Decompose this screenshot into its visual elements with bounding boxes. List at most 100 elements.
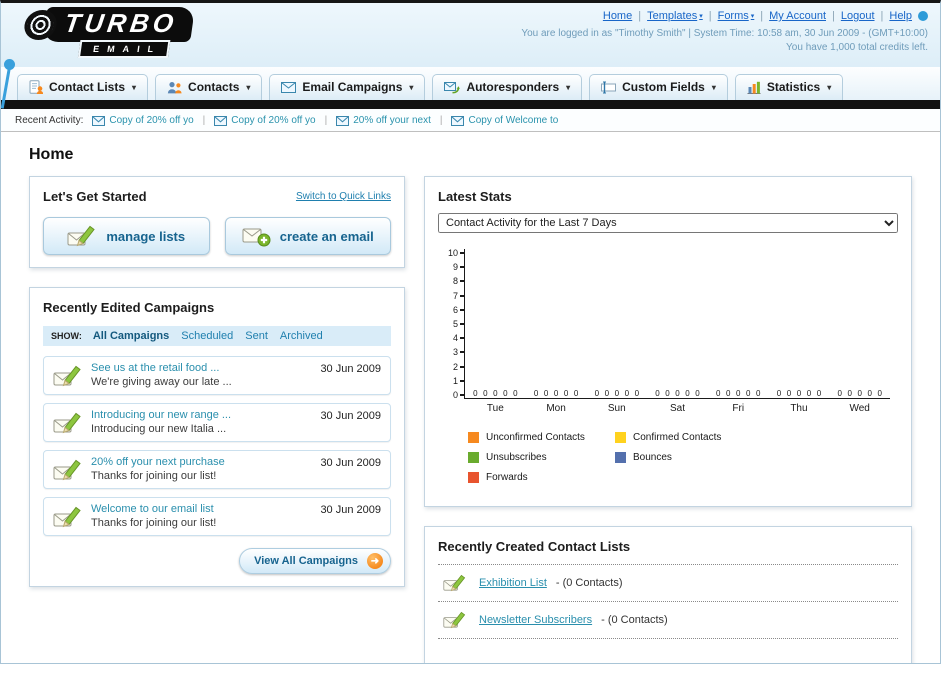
chart-bar-group: 00000 [829,249,890,398]
campaigns-panel: Recently Edited Campaigns SHOW: All Camp… [29,287,405,587]
chart-value-label: 0 [695,389,700,398]
chart-value-label: 0 [716,389,721,398]
autoresponders-icon [444,81,461,94]
email-small-icon [451,115,465,126]
filter-all-campaigns[interactable]: All Campaigns [93,330,169,342]
tab-contacts[interactable]: Contacts ▾ [155,74,263,100]
contact-list-link[interactable]: Newsletter Subscribers [479,614,592,626]
filter-scheduled[interactable]: Scheduled [181,330,233,342]
pencil-envelope-icon [53,458,83,482]
chart-value-label: 0 [756,389,761,398]
main-nav-tabs: Contact Lists ▾ Contacts ▾ Email Campaigns ▾ A… [1,67,940,100]
tab-email-campaigns[interactable]: Email Campaigns ▾ [269,74,426,100]
chart-bar-group: 00000 [708,249,769,398]
chart-x-label: Tue [486,403,504,414]
campaign-row[interactable]: 20% off your next purchase Thanks for joi… [43,450,391,489]
chart-bar-group: 00000 [465,249,526,398]
chart-value-label: 0 [877,389,882,398]
recent-activity-item[interactable]: 20% off your next [336,115,431,126]
create-an-email-button[interactable]: create an email [224,217,391,255]
chart-value-label: 0 [776,389,782,398]
tab-autoresponders[interactable]: Autoresponders ▾ [432,74,583,100]
right-column: Latest Stats Contact Activity for the La… [424,176,912,663]
top-nav-logout[interactable]: Logout [841,10,875,22]
campaign-title-link[interactable]: 20% off your next purchase [91,456,312,468]
campaign-date: 30 Jun 2009 [320,504,381,516]
campaign-subtitle: Introducing our new Italia ... [91,423,227,435]
chart-value-label: 0 [533,389,539,398]
chart-value-label: 0 [563,389,569,398]
main-content: Home Let's Get Started Switch to Quick L… [1,132,940,663]
recent-activity-item[interactable]: Copy of 20% off yo [92,115,194,126]
chart-x-labels: Tue Mon Sun Sat Fri Thu Wed [465,399,898,414]
campaign-row[interactable]: See us at the retail food ... We're givin… [43,356,391,395]
chart-bar-group: 00000 [769,249,830,398]
view-all-campaigns-button[interactable]: View All Campaigns ➜ [239,548,391,574]
legend-swatch [468,432,479,443]
contact-list-row[interactable]: Newsletter Subscribers - (0 Contacts) [438,602,898,639]
campaign-row[interactable]: Introducing our new range ... Introducing… [43,403,391,442]
campaign-filterbar: SHOW: All Campaigns Scheduled Sent Archived [43,326,391,346]
chart-value-label: 0 [634,389,640,398]
chart-value-label: 0 [543,389,549,398]
email-small-icon [92,115,106,126]
campaign-title-link[interactable]: See us at the retail food ... [91,362,312,374]
filter-archived[interactable]: Archived [280,330,323,342]
legend-confirmed-contacts: Confirmed Contacts [615,432,762,443]
manage-lists-button[interactable]: manage lists [43,217,210,255]
login-info: You are logged in as "Timothy Smith" | S… [521,28,928,39]
contact-list-row[interactable]: Exhibition List - (0 Contacts) [438,565,898,602]
recent-activity-label: Recent Activity: [15,115,84,126]
chart-x-label: Sun [607,403,626,414]
contact-list-link[interactable]: Exhibition List [479,577,547,589]
tab-statistics[interactable]: Statistics ▾ [734,74,844,100]
stats-period-select[interactable]: Contact Activity for the Last 7 Days [438,213,898,233]
show-label: SHOW: [51,331,82,341]
chart-value-label: 0 [513,389,518,398]
chart-y-axis: 10 9 8 7 6 5 4 3 2 1 0 [438,249,464,400]
chevron-down-icon: ▾ [409,82,414,92]
legend-swatch [468,472,479,483]
recent-activity-item[interactable]: Copy of 20% off yo [214,115,316,126]
top-nav-help[interactable]: Help [889,10,912,22]
get-started-buttons: manage lists create an email [43,217,391,255]
chart-value-label: 0 [473,389,478,398]
contact-list-detail: - (0 Contacts) [555,577,623,589]
chart-value-label: 0 [503,389,508,398]
chart-bar-group: 00000 [526,249,587,398]
pencil-envelope-icon [67,224,97,248]
email-small-icon [214,115,228,126]
app-logo[interactable]: TURBO EMAIL [22,7,273,65]
contact-lists-icon [29,80,43,94]
chart-x-label: Sat [670,403,686,414]
app-window: TURBO EMAIL Home | Templates ▾ | Forms ▾ | My Ac… [0,0,941,664]
top-nav-forms[interactable]: Forms ▾ [718,10,755,22]
chart-x-label: Fri [732,403,745,414]
recent-activity-item[interactable]: Copy of Welcome to [451,115,558,126]
campaign-row[interactable]: Welcome to our email list Thanks for join… [43,497,391,536]
chart-value-label: 0 [786,389,792,398]
campaign-list: See us at the retail food ... We're givin… [43,356,391,536]
campaign-title-link[interactable]: Welcome to our email list [91,503,312,515]
latest-stats-title: Latest Stats [438,189,512,204]
top-nav-home[interactable]: Home [603,10,632,22]
chart-value-label: 0 [573,389,579,398]
tab-custom-fields[interactable]: Custom Fields ▾ [589,74,728,100]
legend-swatch [468,452,479,463]
campaign-title-link[interactable]: Introducing our new range ... [91,409,312,421]
filter-sent[interactable]: Sent [245,330,268,342]
switch-quick-links-link[interactable]: Switch to Quick Links [296,191,391,202]
chart-value-label: 0 [594,389,600,398]
top-nav-templates[interactable]: Templates ▾ [647,10,703,22]
top-nav-my-account[interactable]: My Account [769,10,826,22]
chevron-down-icon: ▾ [566,82,571,92]
legend-swatch [615,452,626,463]
campaign-date: 30 Jun 2009 [320,363,381,375]
top-right-area: Home | Templates ▾ | Forms ▾ | My Account | Logout… [521,3,940,67]
legend-unconfirmed-contacts: Unconfirmed Contacts [468,432,615,443]
legend-swatch [615,432,626,443]
campaign-filters: All Campaigns Scheduled Sent Archived [93,330,323,342]
tab-contact-lists[interactable]: Contact Lists ▾ [17,74,149,100]
chart-value-label: 0 [604,389,610,398]
contact-lists-title: Recently Created Contact Lists [438,539,631,554]
